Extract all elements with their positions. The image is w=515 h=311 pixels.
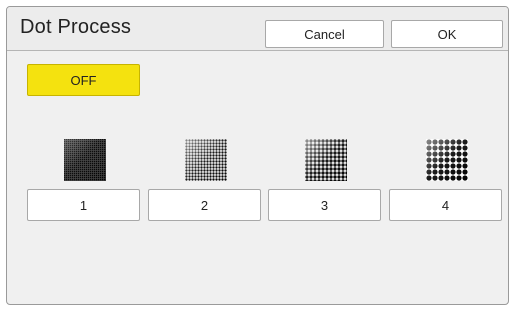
dialog-header: Dot Process Cancel OK <box>7 7 508 51</box>
dot-medium-fine-icon <box>185 139 227 181</box>
dot-medium-coarse-icon <box>305 139 347 181</box>
dot-option-4-button[interactable]: 4 <box>389 189 502 221</box>
dot-process-dialog: Dot Process Cancel OK OFF 1 2 3 4 <box>6 6 509 305</box>
ok-button[interactable]: OK <box>391 20 503 48</box>
off-button[interactable]: OFF <box>27 64 140 96</box>
dialog-title: Dot Process <box>20 16 132 38</box>
dot-option-3-button[interactable]: 3 <box>268 189 381 221</box>
cancel-button[interactable]: Cancel <box>265 20 384 48</box>
dot-option-2-button[interactable]: 2 <box>148 189 261 221</box>
dialog-frame: Dot Process Cancel OK OFF 1 2 3 4 <box>0 0 515 311</box>
dot-option-1-button[interactable]: 1 <box>27 189 140 221</box>
dot-fine-icon <box>64 139 106 181</box>
dot-coarse-icon <box>426 139 468 181</box>
